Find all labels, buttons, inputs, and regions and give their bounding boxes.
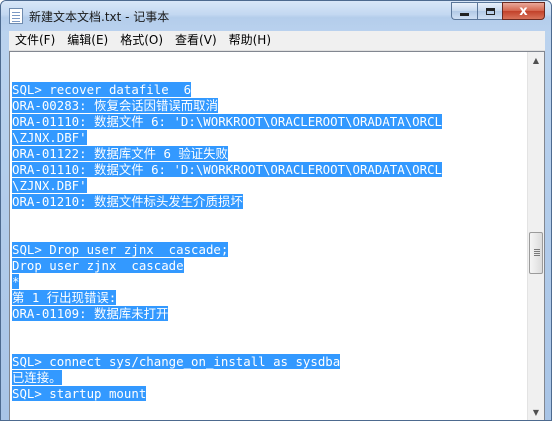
selected-text: ORA-01110: 数据文件 6: 'D:\WORKROOT\ORACLERO… xyxy=(12,114,443,129)
selected-text: * xyxy=(12,274,20,289)
selected-text: SQL> connect sys/change_on_install as sy… xyxy=(12,354,341,369)
menu-bar: 文件(F) 编辑(E) 格式(O) 查看(V) 帮助(H) xyxy=(9,31,545,51)
selected-text: SQL> startup mount xyxy=(12,386,147,401)
menu-item[interactable]: 帮助(H) xyxy=(223,31,277,50)
text-line: \ZJNX.DBF' xyxy=(12,130,442,146)
text-line: ORA-01122: 数据库文件 6 验证失败 xyxy=(12,146,442,162)
selected-text: ORA-00283: 恢复会话因错误而取消 xyxy=(12,98,218,113)
selected-text: ORA-01109: 数据库未打开 xyxy=(12,306,169,321)
selected-text: SQL> Drop user zjnx cascade; xyxy=(12,242,229,257)
minimize-button[interactable] xyxy=(451,2,477,20)
selected-text: 第 1 行出现错误: xyxy=(12,290,117,305)
text-line: * xyxy=(12,274,442,290)
selected-text: SQL> recover datafile 6 xyxy=(12,82,192,97)
menu-item[interactable]: 格式(O) xyxy=(114,31,169,50)
text-line: Drop user zjnx cascade xyxy=(12,258,442,274)
caption-buttons: x xyxy=(451,2,545,21)
vertical-scrollbar[interactable]: ▲ ▼ xyxy=(527,52,544,420)
text-line: SQL> recover datafile 6 xyxy=(12,82,442,98)
maximize-button[interactable] xyxy=(477,2,502,20)
text-line: SQL> connect sys/change_on_install as sy… xyxy=(12,354,442,370)
selected-text xyxy=(12,322,16,338)
text-line: ORA-01210: 数据文件标头发生介质损坏 xyxy=(12,194,442,210)
selected-text xyxy=(12,338,16,354)
selected-text: ORA-01110: 数据文件 6: 'D:\WORKROOT\ORACLERO… xyxy=(12,162,443,177)
text-line: ORA-01110: 数据文件 6: 'D:\WORKROOT\ORACLERO… xyxy=(12,162,443,178)
selected-text xyxy=(12,226,16,242)
text-line xyxy=(12,210,442,226)
arrow-up-icon: ▲ xyxy=(532,56,540,65)
text-line: \ZJNX.DBF' xyxy=(12,178,442,194)
scroll-thumb[interactable] xyxy=(529,232,543,274)
text-lines: SQL> recover datafile 6 ORA-00283: 恢复会话因错… xyxy=(12,82,443,402)
text-line xyxy=(12,338,442,354)
selected-text xyxy=(12,210,16,226)
window-title: 新建文本文档.txt - 记事本 xyxy=(29,10,170,24)
close-button[interactable]: x xyxy=(502,2,545,20)
arrow-down-icon: ▼ xyxy=(532,408,540,417)
text-line: SQL> startup mount xyxy=(12,386,442,402)
text-line xyxy=(12,226,442,242)
selected-text: ORA-01210: 数据文件标头发生介质损坏 xyxy=(12,194,243,209)
selected-text: ORA-01122: 数据库文件 6 验证失败 xyxy=(12,146,228,161)
text-line: SQL> Drop user zjnx cascade; xyxy=(12,242,442,258)
grip-icon xyxy=(534,249,540,250)
scroll-up-button[interactable]: ▲ xyxy=(528,52,544,69)
selected-text: \ZJNX.DBF' xyxy=(12,130,87,145)
text-line xyxy=(12,322,442,338)
text-area[interactable]: SQL> recover datafile 6 ORA-00283: 恢复会话因错… xyxy=(10,52,527,420)
close-icon: x xyxy=(519,3,528,19)
scroll-down-button[interactable]: ▼ xyxy=(528,404,544,420)
menu-item[interactable]: 文件(F) xyxy=(9,31,61,50)
text-editor[interactable]: SQL> recover datafile 6 ORA-00283: 恢复会话因错… xyxy=(9,51,545,420)
selected-text: \ZJNX.DBF' xyxy=(12,178,87,193)
text-line: ORA-01109: 数据库未打开 xyxy=(12,306,442,322)
selected-text: Drop user zjnx cascade xyxy=(12,258,184,273)
notepad-icon[interactable] xyxy=(9,8,23,24)
menu-item[interactable]: 查看(V) xyxy=(169,31,223,50)
menu-item[interactable]: 编辑(E) xyxy=(61,31,114,50)
text-line: ORA-01110: 数据文件 6: 'D:\WORKROOT\ORACLERO… xyxy=(12,114,443,130)
text-line: 第 1 行出现错误: xyxy=(12,290,442,306)
text-line: 已连接。 xyxy=(12,370,442,386)
text-line: ORA-00283: 恢复会话因错误而取消 xyxy=(12,98,442,114)
selected-text: 已连接。 xyxy=(12,370,62,385)
minimize-icon xyxy=(460,12,469,16)
maximize-icon xyxy=(485,7,495,15)
title-bar[interactable]: 新建文本文档.txt - 记事本 x xyxy=(1,1,551,31)
notepad-window: 新建文本文档.txt - 记事本 x 文件(F) 编辑(E) 格式(O) 查看(V) 帮… xyxy=(0,0,552,421)
